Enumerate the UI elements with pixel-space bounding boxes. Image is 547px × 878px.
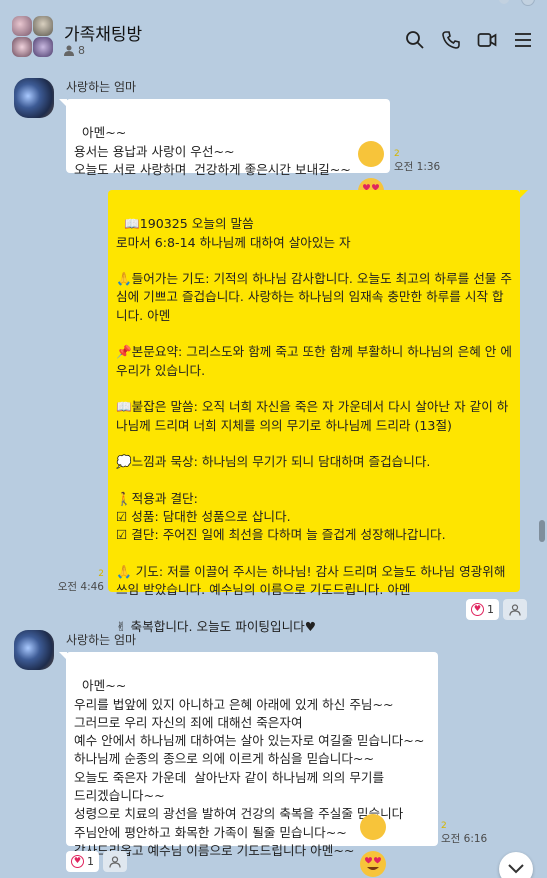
menu-icon[interactable] — [513, 30, 533, 50]
reaction-user-button[interactable] — [503, 599, 527, 620]
reaction-user-button[interactable] — [103, 851, 127, 872]
chat-header: 가족채팅방 8 — [0, 0, 547, 66]
sender-avatar[interactable] — [14, 630, 54, 670]
search-icon[interactable] — [405, 30, 425, 50]
scroll-down-button[interactable] — [499, 852, 533, 878]
heart-icon: ♥ — [471, 603, 484, 616]
avatar — [33, 37, 53, 57]
heart-eyes-emoji — [360, 814, 386, 877]
phone-icon[interactable] — [441, 30, 461, 50]
video-icon[interactable] — [477, 30, 497, 50]
reaction-bar: ♥ 1 — [66, 851, 127, 872]
reaction-count: 1 — [87, 855, 94, 868]
timestamp: 오전 6:16 — [441, 833, 488, 845]
sender-name: 사랑하는 엄마 — [66, 633, 137, 647]
message-bubble[interactable]: 아멘~~ 우리를 법앞에 있지 아니하고 은혜 아래에 있게 하신 주님~~ 그… — [66, 652, 438, 877]
sender-name: 사랑하는 엄마 — [66, 80, 137, 94]
message-text: 📖190325 오늘의 말씀 로마서 6:8-14 하나님께 대하여 살아있는 … — [116, 216, 512, 634]
avatar — [12, 16, 32, 36]
member-count-value: 8 — [78, 44, 85, 57]
person-icon — [509, 603, 521, 616]
scrollbar[interactable] — [539, 520, 545, 542]
heart-reaction[interactable]: ♥ 1 — [466, 599, 499, 620]
unread-count: 2 — [394, 149, 400, 159]
avatar — [12, 37, 32, 57]
sender-avatar[interactable] — [14, 78, 54, 118]
reaction-bar: ♥ 1 — [466, 599, 527, 620]
avatar — [33, 16, 53, 36]
member-count[interactable]: 8 — [64, 44, 85, 57]
chevron-down-icon — [508, 864, 524, 874]
person-icon — [64, 45, 74, 56]
reaction-count: 1 — [487, 603, 494, 616]
timestamp: 오전 1:36 — [394, 161, 441, 173]
heart-eyes-emoji — [358, 141, 384, 204]
heart-reaction[interactable]: ♥ 1 — [66, 851, 99, 872]
unread-count: 2 — [441, 821, 447, 831]
message-bubble[interactable]: 아멘~~ 용서는 용납과 사랑이 우선~~ 오늘도 서로 사랑하며 건강하게 좋… — [66, 99, 390, 204]
person-icon — [109, 855, 121, 868]
chat-title: 가족채팅방 — [64, 25, 143, 45]
heart-icon: ♥ — [71, 855, 84, 868]
group-avatar[interactable] — [12, 16, 54, 58]
partial-indicator — [499, 0, 509, 4]
timestamp: 오전 4:46 — [57, 581, 104, 593]
unread-count: 2 — [98, 569, 104, 579]
message-text: 아멘~~ 용서는 용납과 사랑이 우선~~ 오늘도 서로 사랑하며 건강하게 좋… — [74, 125, 351, 177]
my-message-bubble[interactable]: 📖190325 오늘의 말씀 로마서 6:8-14 하나님께 대하여 살아있는 … — [108, 190, 520, 634]
partial-indicator — [521, 0, 535, 6]
